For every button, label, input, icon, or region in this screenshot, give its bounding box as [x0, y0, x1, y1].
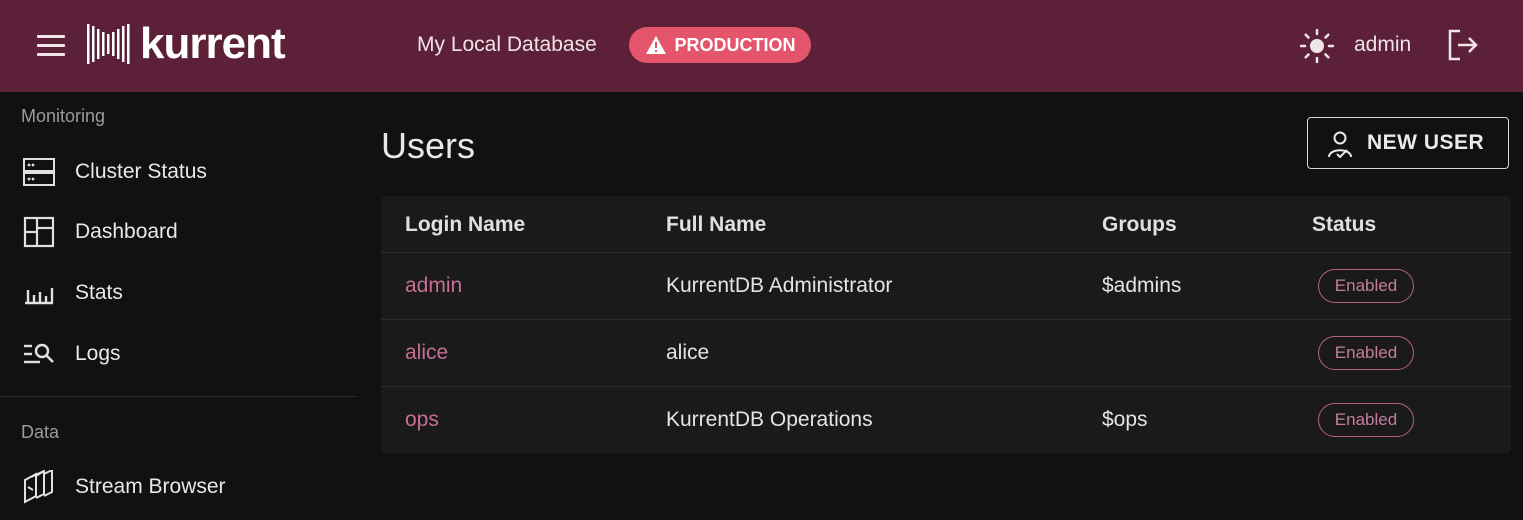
warning-icon	[645, 36, 666, 54]
column-header-status[interactable]: Status	[1312, 213, 1376, 237]
sidebar-item-label: Dashboard	[75, 220, 178, 243]
new-user-button-label: NEW USER	[1367, 131, 1485, 154]
logo: kurrent	[86, 19, 286, 68]
logout-icon[interactable]	[1446, 28, 1480, 62]
theme-sun-icon[interactable]	[1300, 29, 1334, 63]
table-row: admin KurrentDB Administrator $admins En…	[381, 253, 1511, 320]
user-groups: $admins	[1102, 274, 1182, 297]
server-icon	[23, 158, 55, 186]
stream-browser-icon	[24, 470, 53, 504]
status-badge: Enabled	[1318, 403, 1414, 437]
column-header-groups[interactable]: Groups	[1102, 213, 1177, 237]
user-full-name: alice	[666, 341, 710, 364]
sidebar-divider	[0, 396, 357, 397]
logo-text: kurrent	[140, 19, 286, 68]
user-login-link[interactable]: alice	[405, 341, 448, 365]
status-badge: Enabled	[1318, 336, 1414, 370]
table-row: ops KurrentDB Operations $ops Enabled	[381, 387, 1511, 453]
sidebar-item-stream-browser[interactable]: Stream Browser	[0, 462, 357, 512]
user-full-name: KurrentDB Operations	[666, 408, 873, 431]
sidebar: Monitoring Cluster Status Dashboard Stat…	[0, 92, 357, 520]
sidebar-item-label: Stats	[75, 281, 123, 304]
stats-icon	[25, 288, 54, 305]
sidebar-section-monitoring: Monitoring	[21, 106, 106, 126]
environment-badge: PRODUCTION	[629, 27, 811, 63]
sidebar-item-label: Logs	[75, 342, 121, 365]
sidebar-item-cluster-status[interactable]: Cluster Status	[0, 147, 357, 197]
user-groups: $ops	[1102, 408, 1148, 431]
menu-icon[interactable]	[37, 35, 65, 57]
new-user-button[interactable]: NEW USER	[1307, 117, 1509, 169]
user-full-name: KurrentDB Administrator	[666, 274, 893, 297]
column-header-full-name[interactable]: Full Name	[666, 213, 766, 237]
logs-search-icon	[24, 343, 54, 364]
sidebar-section-data: Data	[21, 422, 60, 442]
kurrent-logo-icon	[87, 24, 130, 64]
environment-badge-label: PRODUCTION	[674, 34, 796, 55]
database-name: My Local Database	[417, 33, 597, 56]
table-header: Login Name Full Name Groups Status	[381, 196, 1511, 253]
page-title: Users	[381, 125, 476, 166]
users-table: Login Name Full Name Groups Status admin…	[381, 196, 1511, 454]
sidebar-item-label: Cluster Status	[75, 160, 207, 183]
sidebar-item-stats[interactable]: Stats	[0, 268, 357, 318]
sidebar-item-dashboard[interactable]: Dashboard	[0, 207, 357, 257]
column-header-login-name[interactable]: Login Name	[405, 213, 525, 237]
status-badge: Enabled	[1318, 269, 1414, 303]
current-user[interactable]: admin	[1354, 33, 1411, 57]
user-login-link[interactable]: ops	[405, 408, 439, 432]
sidebar-item-label: Stream Browser	[75, 475, 226, 498]
sidebar-item-logs[interactable]: Logs	[0, 329, 357, 379]
user-login-link[interactable]: admin	[405, 274, 462, 298]
table-row: alice alice Enabled	[381, 320, 1511, 387]
dashboard-icon	[23, 216, 55, 248]
top-bar: kurrent My Local Database PRODUCTION adm…	[0, 0, 1523, 92]
add-user-icon	[1328, 131, 1352, 158]
